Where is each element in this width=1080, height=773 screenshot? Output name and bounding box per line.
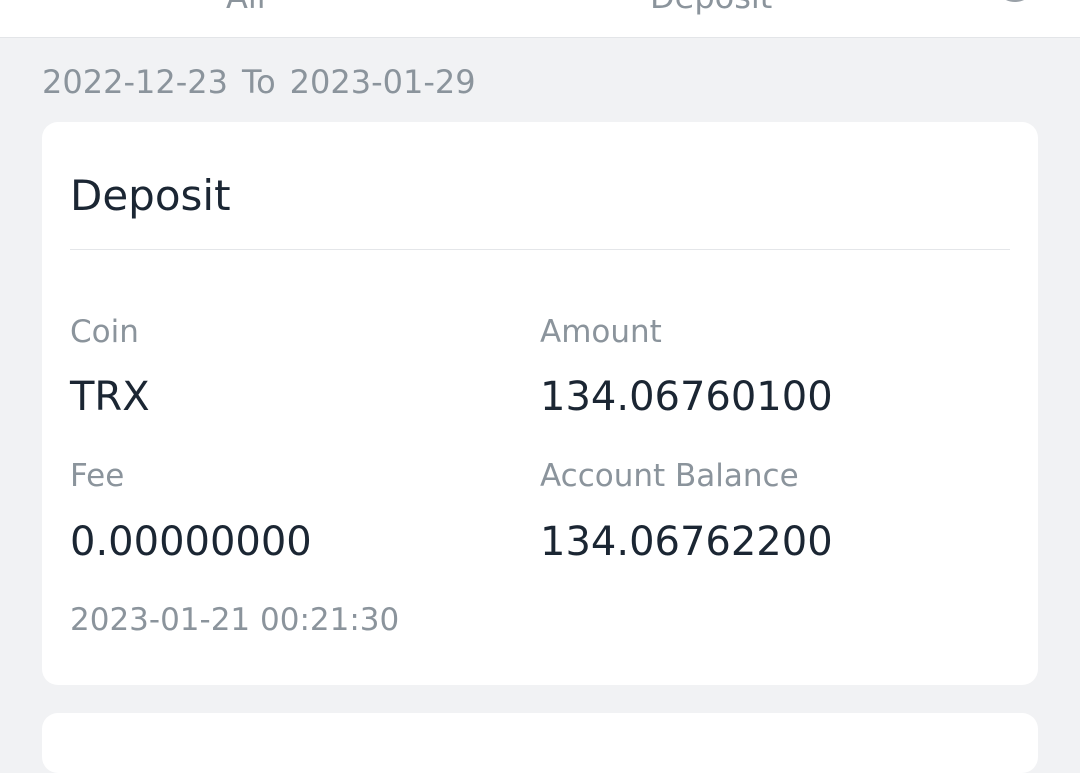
amount-label: Amount — [540, 314, 662, 350]
coin-value: TRX — [70, 374, 150, 420]
top-tab-bar: All Deposit — [0, 0, 1080, 38]
card-divider — [70, 249, 1010, 250]
date-range-start: 2022-12-23 — [42, 63, 228, 101]
record-timestamp: 2023-01-21 00:21:30 — [70, 602, 400, 638]
next-record-card[interactable] — [42, 713, 1038, 773]
date-range-filter[interactable]: 2022-12-23 To 2023-01-29 — [42, 60, 476, 104]
amount-value: 134.06760100 — [540, 374, 833, 420]
tab-all[interactable]: All — [226, 0, 266, 16]
account-balance-label: Account Balance — [540, 458, 799, 494]
date-range-end: 2023-01-29 — [289, 63, 476, 101]
filter-icon[interactable] — [994, 0, 1036, 2]
coin-label: Coin — [70, 314, 139, 350]
record-type-title: Deposit — [70, 171, 231, 220]
fee-label: Fee — [70, 458, 125, 494]
account-balance-value: 134.06762200 — [540, 519, 833, 565]
deposit-record-card[interactable]: Deposit Coin TRX Amount 134.06760100 Fee… — [42, 122, 1038, 685]
date-range-separator: To — [241, 63, 276, 101]
fee-value: 0.00000000 — [70, 519, 312, 565]
tab-deposit[interactable]: Deposit — [650, 0, 772, 16]
